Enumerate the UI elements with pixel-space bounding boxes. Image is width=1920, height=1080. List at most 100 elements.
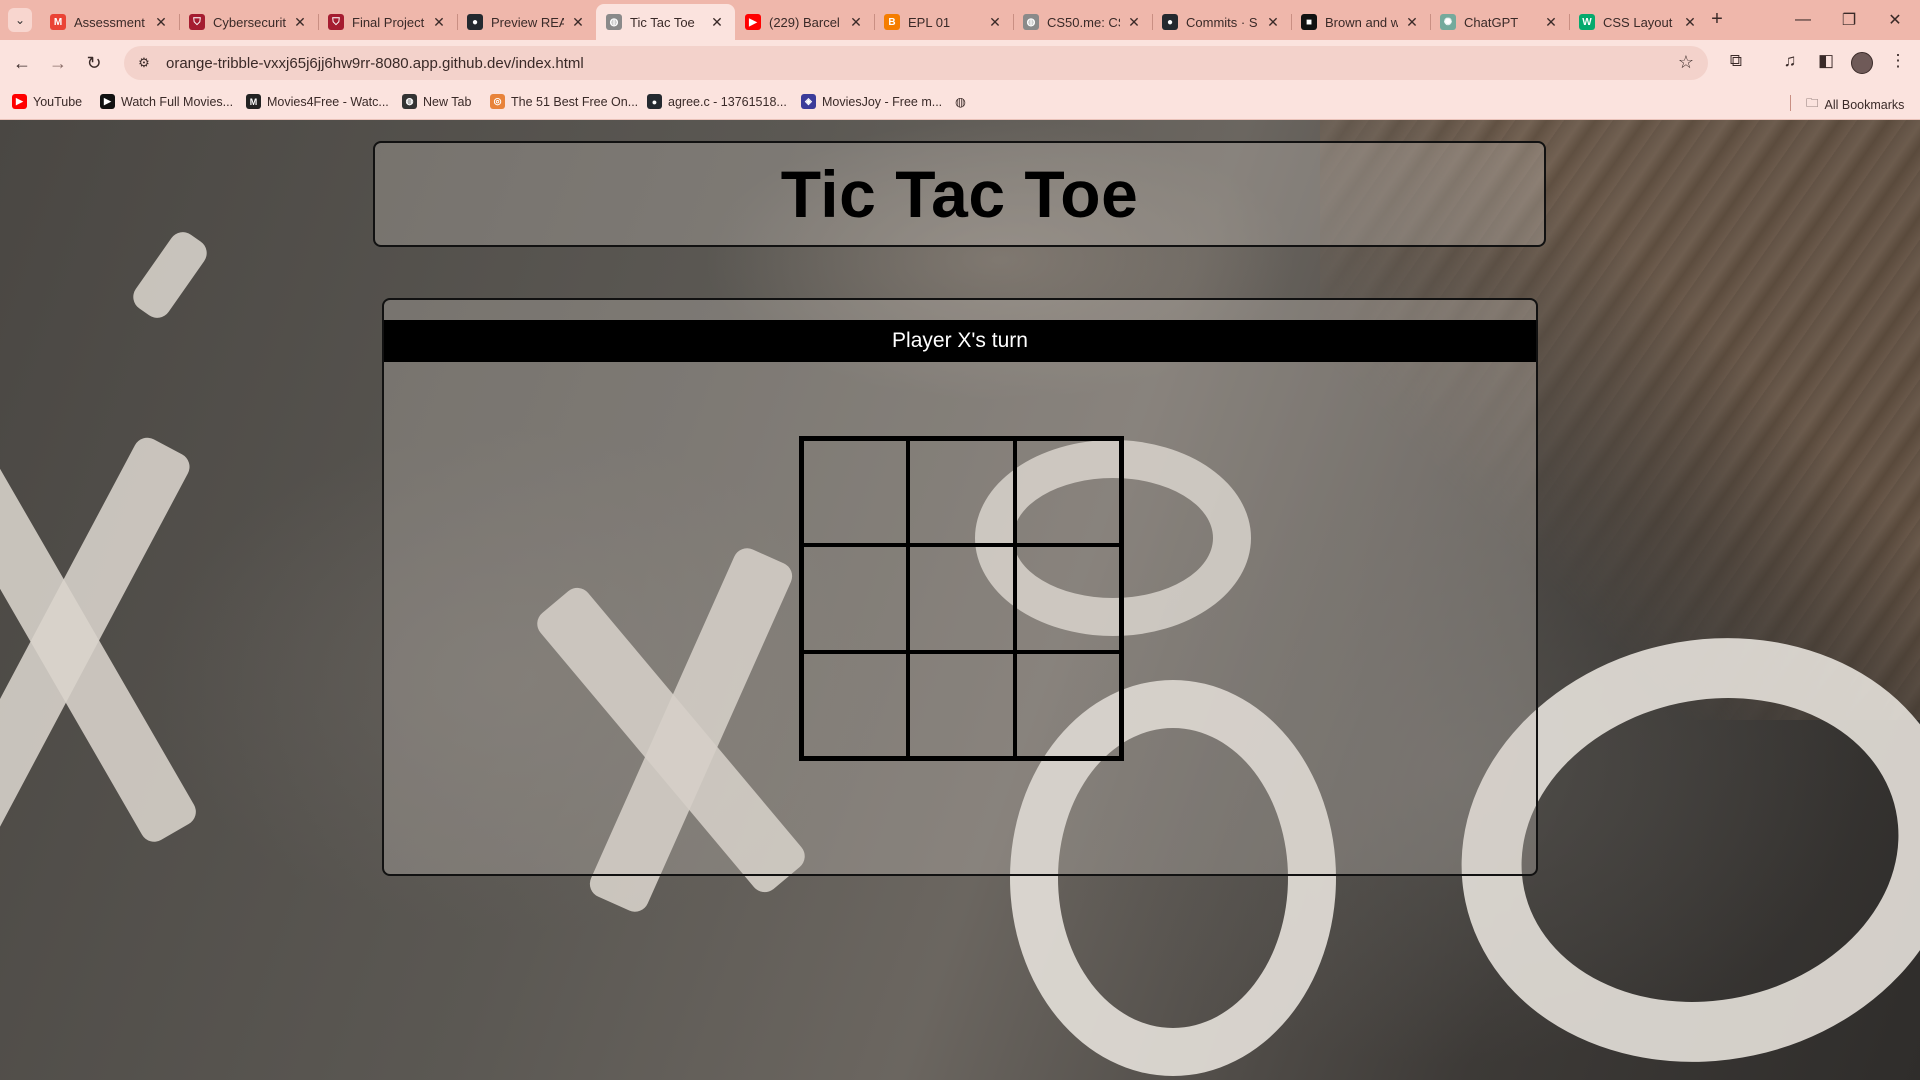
restore-icon: ❐ xyxy=(1841,12,1857,29)
board-cell[interactable] xyxy=(802,545,909,652)
tab-close-icon[interactable]: ✕ xyxy=(1404,14,1420,31)
gmail-icon: M xyxy=(50,14,66,30)
tab-10[interactable]: ✺ ChatGPT ✕ xyxy=(1430,4,1569,40)
tab-title: Cybersecurit xyxy=(213,14,286,30)
bookmark-item[interactable]: ▶ Watch Full Movies... xyxy=(100,94,233,109)
tab-2[interactable]: ⛉ Final Project ✕ xyxy=(318,4,457,40)
harvard-shield-icon: ⛉ xyxy=(328,14,344,30)
tab-close-icon[interactable]: ✕ xyxy=(1265,14,1281,31)
game-board xyxy=(799,436,1124,761)
tab-4[interactable]: ◍ Tic Tac Toe ✕ xyxy=(596,4,735,40)
title-panel: Tic Tac Toe xyxy=(373,141,1546,247)
tab-list: M Assessment ✕ ⛉ Cybersecurit ✕ ⛉ Final Project… xyxy=(40,4,1708,40)
tab-8[interactable]: ● Commits · S ✕ xyxy=(1152,4,1291,40)
tab-search-button[interactable]: ⌄ xyxy=(8,8,32,32)
tab-close-icon[interactable]: ✕ xyxy=(1126,14,1142,31)
board-cell[interactable] xyxy=(1014,439,1121,546)
board-cell[interactable] xyxy=(802,651,909,758)
address-bar[interactable]: ⚙ orange-tribble-vxxj65j6jj6hw9rr-8080.a… xyxy=(124,46,1708,80)
unsplash-icon: ■ xyxy=(1301,14,1317,30)
tab-title: Tic Tac Toe xyxy=(630,14,695,30)
youtube-icon: ▶ xyxy=(745,14,761,30)
board-cell[interactable] xyxy=(1014,545,1121,652)
minimize-button[interactable]: — xyxy=(1780,0,1826,40)
tab-close-icon[interactable]: ✕ xyxy=(848,14,864,31)
page-title: Tic Tac Toe xyxy=(780,157,1139,231)
tab-title: Commits · S xyxy=(1186,14,1258,30)
tab-title: Assessment xyxy=(74,14,145,30)
profile-avatar[interactable] xyxy=(1851,52,1873,74)
tab-5[interactable]: ▶ (229) Barcel ✕ xyxy=(735,4,874,40)
media-controls-icon[interactable]: ♫ xyxy=(1778,51,1802,71)
bookmark-label: Movies4Free - Watc... xyxy=(267,94,389,109)
restore-button[interactable]: ❐ xyxy=(1826,0,1872,40)
board-cell[interactable] xyxy=(802,439,909,546)
reload-icon: ↻ xyxy=(86,52,102,73)
arrow-right-icon: → xyxy=(49,52,67,73)
tab-0[interactable]: M Assessment ✕ xyxy=(40,4,179,40)
list-icon: ◎ xyxy=(490,94,505,109)
tab-title: (229) Barcel xyxy=(769,14,840,30)
close-icon: ✕ xyxy=(1888,12,1902,29)
tab-3[interactable]: ● Preview REA ✕ xyxy=(457,4,596,40)
bookmark-item[interactable]: ◈ MoviesJoy - Free m... xyxy=(801,94,942,109)
globe-icon: ◍ xyxy=(1023,14,1039,30)
bookmark-label: New Tab xyxy=(423,94,472,109)
bookmark-label: agree.c - 13761518... xyxy=(668,94,787,109)
bookmark-globe-icon[interactable]: ◍ xyxy=(955,94,966,109)
extensions-icon[interactable]: ⧉ xyxy=(1724,51,1748,71)
github-icon: ● xyxy=(1162,14,1178,30)
bookmark-label: YouTube xyxy=(33,94,83,109)
bookmark-item[interactable]: M Movies4Free - Watc... xyxy=(246,94,389,109)
folder-icon: 🗀 xyxy=(1806,96,1819,110)
close-window-button[interactable]: ✕ xyxy=(1872,0,1918,40)
turn-status: Player X's turn xyxy=(384,320,1536,362)
github-icon: ● xyxy=(647,94,662,109)
tab-6[interactable]: B EPL 01 ✕ xyxy=(874,4,1013,40)
plus-icon: + xyxy=(1711,8,1723,30)
new-tab-button[interactable]: + xyxy=(1705,8,1729,31)
play-icon: ▶ xyxy=(100,94,115,109)
w3schools-icon: W xyxy=(1579,14,1595,30)
tab-close-icon[interactable]: ✕ xyxy=(153,14,169,31)
tab-1[interactable]: ⛉ Cybersecurit ✕ xyxy=(179,4,318,40)
tab-close-icon[interactable]: ✕ xyxy=(1682,14,1698,31)
url-text[interactable]: orange-tribble-vxxj65j6jj6hw9rr-8080.app… xyxy=(166,55,584,72)
back-button[interactable]: ← xyxy=(8,49,36,77)
bookmarks-divider xyxy=(1790,95,1791,111)
harvard-shield-icon: ⛉ xyxy=(189,14,205,30)
board-cell[interactable] xyxy=(908,439,1015,546)
tab-title: EPL 01 xyxy=(908,14,951,30)
site-info-icon[interactable]: ⚙ xyxy=(134,55,154,71)
bookmark-item[interactable]: ◎ The 51 Best Free On... xyxy=(490,94,638,109)
tab-7[interactable]: ◍ CS50.me: CS ✕ xyxy=(1013,4,1152,40)
globe-icon: ◍ xyxy=(606,14,622,30)
minimize-icon: — xyxy=(1795,11,1811,28)
tab-title: CSS Layout xyxy=(1603,14,1673,30)
bookmark-item[interactable]: ● agree.c - 13761518... xyxy=(647,94,787,109)
tab-title: CS50.me: CS xyxy=(1047,14,1120,30)
tab-close-icon[interactable]: ✕ xyxy=(1543,14,1559,31)
chatgpt-icon: ✺ xyxy=(1440,14,1456,30)
bookmark-item[interactable]: ◍ New Tab xyxy=(402,94,471,109)
tab-close-icon[interactable]: ✕ xyxy=(292,14,308,31)
all-bookmarks-button[interactable]: 🗀 All Bookmarks xyxy=(1806,94,1904,115)
forward-button[interactable]: → xyxy=(44,49,72,77)
menu-kebab-icon[interactable]: ⋮ xyxy=(1886,51,1910,71)
side-panel-icon[interactable]: ◧ xyxy=(1814,51,1838,71)
reload-button[interactable]: ↻ xyxy=(80,49,108,77)
board-cell[interactable] xyxy=(1014,651,1121,758)
youtube-icon: ▶ xyxy=(12,94,27,109)
board-cell[interactable] xyxy=(908,545,1015,652)
tab-close-icon[interactable]: ✕ xyxy=(987,14,1003,31)
tab-title: Brown and w xyxy=(1325,14,1398,30)
tab-11[interactable]: W CSS Layout ✕ xyxy=(1569,4,1708,40)
bookmark-star-icon[interactable]: ☆ xyxy=(1678,52,1694,73)
tab-close-icon[interactable]: ✕ xyxy=(570,14,586,31)
tab-close-icon[interactable]: ✕ xyxy=(709,14,725,31)
bookmark-item[interactable]: ▶ YouTube xyxy=(12,94,82,109)
tab-close-icon[interactable]: ✕ xyxy=(431,14,447,31)
page-viewport: Tic Tac Toe Player X's turn xyxy=(0,120,1920,1080)
tab-9[interactable]: ■ Brown and w ✕ xyxy=(1291,4,1430,40)
board-cell[interactable] xyxy=(908,651,1015,758)
